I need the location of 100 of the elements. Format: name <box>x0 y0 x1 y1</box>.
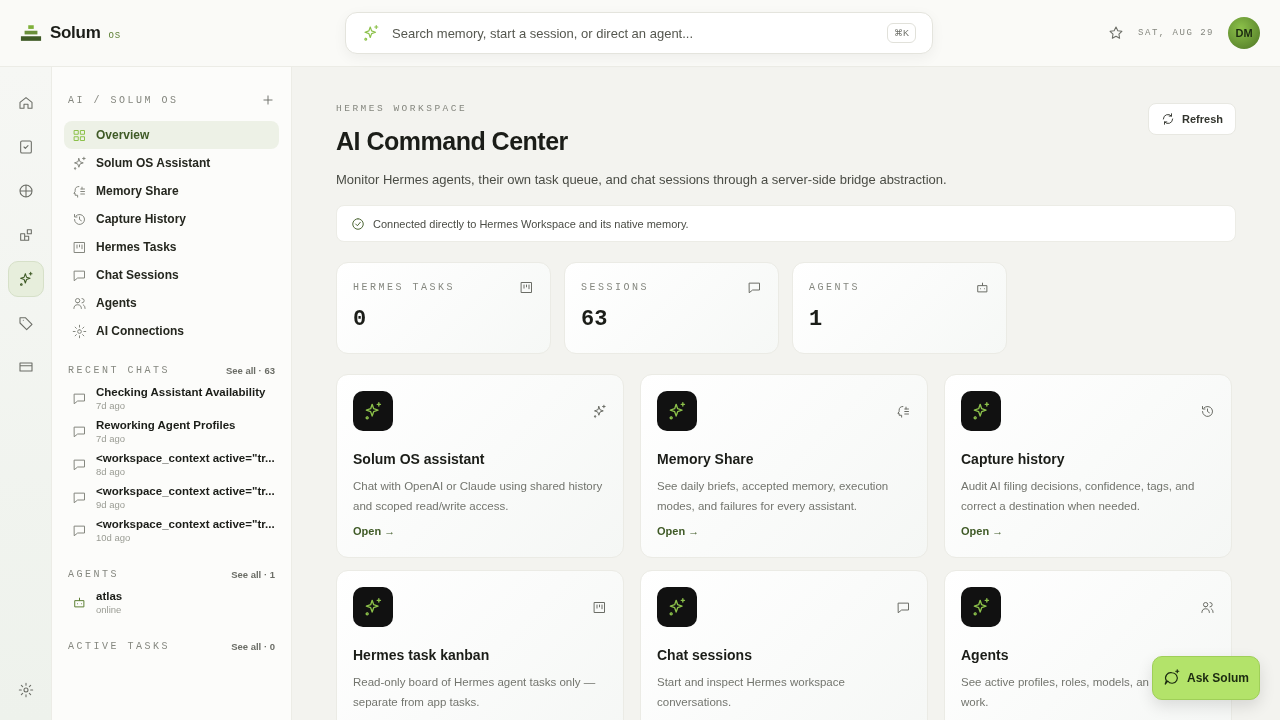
grid-icon <box>72 127 87 143</box>
card-description: Read-only board of Hermes agent tasks only — separate from app tasks. <box>353 675 596 710</box>
refresh-button[interactable]: Refresh <box>1148 103 1236 135</box>
history-icon <box>72 211 87 227</box>
stat-value: 0 <box>353 307 368 332</box>
eyebrow-label: HERMES WORKSPACE <box>336 103 469 114</box>
chat-bubble-icon <box>1163 669 1181 687</box>
card-description: Chat with OpenAI or Claude using shared history and scoped read/write access. <box>353 479 603 514</box>
chat-icon <box>747 280 762 295</box>
card-title: Capture history <box>961 451 1066 467</box>
shortcut-hint: ⌘K <box>887 23 916 43</box>
card-icon <box>17 359 34 375</box>
agent-item[interactable]: atlas online <box>64 588 279 621</box>
nav-item[interactable]: AI Connections <box>64 317 279 345</box>
tag-icon <box>17 315 34 331</box>
robot-icon <box>72 595 87 610</box>
chat-item[interactable]: <workspace_context active="tr... 8d ago <box>64 450 279 483</box>
settings-icon[interactable] <box>17 682 34 698</box>
robot-icon <box>975 280 990 295</box>
open-link[interactable]: Open → <box>353 525 396 537</box>
globe-icon <box>17 183 34 199</box>
sparkles-icon <box>667 401 687 421</box>
page-subtitle: Monitor Hermes agents, their own task queue, and chat sessions through a server-side bridge abstraction. <box>336 172 948 187</box>
card-description: See active profiles, roles, models, an work. <box>961 675 1149 710</box>
nav-item[interactable]: Chat Sessions <box>64 261 279 289</box>
sparkles-rail-button[interactable] <box>7 261 44 297</box>
chat-icon <box>72 267 87 283</box>
sparkles-icon <box>971 597 991 617</box>
chat-icon <box>72 391 87 406</box>
card-title: Memory Share <box>657 451 755 467</box>
history-icon <box>1200 403 1215 419</box>
date-label: SAT, AUG 29 <box>1138 28 1214 38</box>
nav-item[interactable]: Overview <box>64 121 279 149</box>
sparkles-icon <box>363 401 383 421</box>
home-icon <box>17 95 34 111</box>
card-description: See daily briefs, accepted memory, execution modes, and failures for every assistant. <box>657 479 889 514</box>
card-title: Hermes task kanban <box>353 647 491 663</box>
chat-item[interactable]: Checking Assistant Availability 7d ago <box>64 384 279 417</box>
search-field[interactable]: Search memory, start a session, or direct an agent... ⌘K <box>345 12 933 54</box>
kanban-icon <box>72 239 87 255</box>
avatar[interactable]: DM <box>1228 17 1260 49</box>
chat-item[interactable]: Reworking Agent Profiles 7d ago <box>64 417 279 450</box>
section-title: RECENT CHATS <box>68 365 170 376</box>
stat-label: AGENTS <box>809 282 860 293</box>
status-text: Connected directly to Hermes Workspace and its native memory. <box>373 217 689 230</box>
section-title: ACTIVE TASKS <box>68 641 170 652</box>
section-title: AGENTS <box>68 569 119 580</box>
chat-item[interactable]: <workspace_context active="tr... 10d ago <box>64 516 279 549</box>
see-all-link[interactable]: See all · 1 <box>231 569 275 580</box>
search-input[interactable]: Search memory, start a session, or direct an agent... <box>390 24 877 42</box>
brand-suffix: OS <box>108 31 122 41</box>
chat-item[interactable]: <workspace_context active="tr... 9d ago <box>64 483 279 516</box>
card-description: Start and inspect Hermes workspace conversations. <box>657 675 845 710</box>
ask-button[interactable]: Ask Solum <box>1152 656 1260 700</box>
sparkles-icon <box>362 24 380 42</box>
chat-icon <box>72 490 87 505</box>
stat-value: 63 <box>581 307 609 332</box>
stat-label: HERMES TASKS <box>353 282 455 293</box>
kanban-icon <box>519 280 534 295</box>
sparkles-icon <box>72 155 87 171</box>
blocks-icon <box>17 227 34 243</box>
feature-card[interactable]: Memory Share See daily briefs, accepted memory, execution modes, and failures for every assistant. Open → <box>640 374 928 558</box>
nav-item[interactable]: Hermes Tasks <box>64 233 279 261</box>
feature-card[interactable]: Chat sessions Start and inspect Hermes workspace conversations. <box>640 570 928 720</box>
feature-card[interactable]: Hermes task kanban Read-only board of Hermes agent tasks only — separate from app tasks. <box>336 570 624 720</box>
sparkles-icon <box>363 597 383 617</box>
nav-item[interactable]: Memory Share <box>64 177 279 205</box>
nav-item[interactable]: Solum OS Assistant <box>64 149 279 177</box>
brand-name: Solum <box>50 23 101 43</box>
refresh-icon <box>1161 112 1176 126</box>
star-icon[interactable] <box>1108 25 1125 41</box>
chat-icon <box>72 424 87 439</box>
sparkles-icon <box>17 271 34 287</box>
users-icon <box>1200 599 1215 615</box>
page-title: AI Command Center <box>336 127 568 156</box>
stat-label: SESSIONS <box>581 282 649 293</box>
settings-icon <box>72 323 87 339</box>
logo-icon <box>20 24 42 42</box>
nav-item[interactable]: Capture History <box>64 205 279 233</box>
sparkles-icon <box>667 597 687 617</box>
plus-icon[interactable] <box>261 93 275 107</box>
feature-card[interactable]: Solum OS assistant Chat with OpenAI or Claude using shared history and scoped read/write access. Open → <box>336 374 624 558</box>
open-link[interactable]: Open → <box>961 525 1004 537</box>
see-all-link[interactable]: See all · 63 <box>225 365 275 376</box>
card-title: Chat sessions <box>657 647 753 663</box>
head-icon <box>72 183 87 199</box>
open-link[interactable]: Open → <box>657 525 700 537</box>
head-icon <box>896 403 911 419</box>
stat-value: 1 <box>809 307 824 332</box>
chat-icon <box>72 523 87 538</box>
breadcrumb: AI / SOLUM OS <box>68 94 179 106</box>
see-all-link[interactable]: See all · 0 <box>231 641 275 652</box>
chat-icon <box>896 599 911 615</box>
card-title: Agents <box>961 647 1010 663</box>
feature-card[interactable]: Capture history Audit AI filing decisions, confidence, tags, and correct a destination when needed. Open → <box>944 374 1232 558</box>
chat-icon <box>72 457 87 472</box>
task-icon <box>17 139 34 155</box>
users-icon <box>72 295 87 311</box>
nav-item[interactable]: Agents <box>64 289 279 317</box>
card-description: Audit AI filing decisions, confidence, tags, and correct a destination when needed. <box>961 479 1195 514</box>
